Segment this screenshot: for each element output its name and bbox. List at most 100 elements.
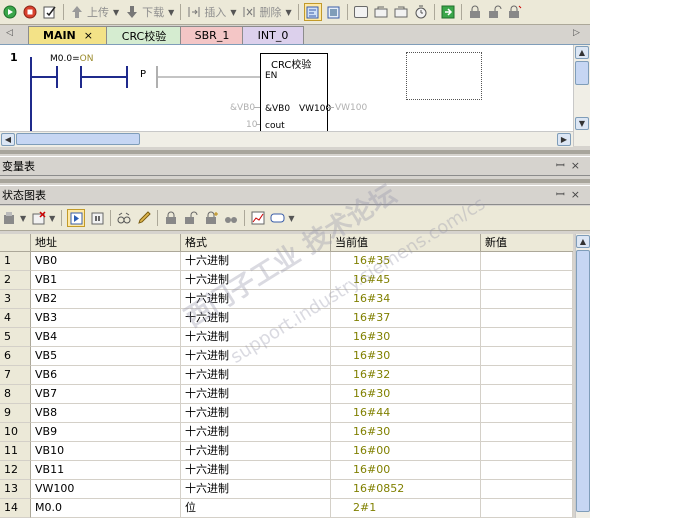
format-cell[interactable]: 十六进制 [181, 290, 331, 309]
format-cell[interactable]: 十六进制 [181, 385, 331, 404]
current-value-cell[interactable]: 16#44 [331, 404, 481, 423]
unforce-all-icon[interactable] [203, 210, 219, 226]
table-vertical-scrollbar[interactable]: ▲ [575, 234, 591, 518]
run-icon[interactable] [2, 4, 18, 20]
insert-icon[interactable] [186, 4, 202, 20]
read-forced-icon[interactable] [223, 210, 239, 226]
options-icon[interactable] [270, 210, 286, 226]
address-cell[interactable]: VB0 [31, 252, 181, 271]
tab-scroll-left-icon[interactable]: ◁ [6, 28, 13, 38]
download-dropdown-icon[interactable]: ▼ [168, 8, 174, 17]
current-value-cell[interactable]: 16#30 [331, 328, 481, 347]
download-icon[interactable] [124, 4, 140, 20]
go-to-icon[interactable] [440, 4, 456, 20]
format-cell[interactable]: 十六进制 [181, 461, 331, 480]
status-chart-header[interactable]: 状态图表 ꟷ× [0, 185, 590, 205]
format-cell[interactable]: 十六进制 [181, 480, 331, 499]
ladder-editor[interactable]: 1 M0.0=ON P CRC校验 EN &VB0 VW100 cout &VB… [0, 45, 573, 131]
lock-icon[interactable] [467, 4, 483, 20]
write-icon[interactable] [136, 210, 152, 226]
new-value-cell[interactable] [481, 366, 573, 385]
current-value-cell[interactable]: 16#34 [331, 290, 481, 309]
download-button[interactable]: 下载 [142, 4, 164, 20]
format-cell[interactable]: 十六进制 [181, 404, 331, 423]
upload-dropdown-icon[interactable]: ▼ [113, 8, 119, 17]
new-value-cell[interactable] [481, 252, 573, 271]
current-value-cell[interactable]: 16#30 [331, 347, 481, 366]
scroll-thumb[interactable] [576, 250, 590, 512]
address-cell[interactable]: VB4 [31, 328, 181, 347]
force-icon[interactable] [507, 4, 523, 20]
tab-int-0[interactable]: INT_0 [242, 26, 304, 44]
insert-button[interactable]: 插入 [204, 4, 226, 20]
table-row[interactable]: 7 VB6 十六进制 16#32 [0, 366, 573, 385]
compile-icon[interactable] [42, 4, 58, 20]
tab-main[interactable]: MAIN × [28, 26, 108, 44]
address-cell[interactable]: VB6 [31, 366, 181, 385]
current-value-cell[interactable]: 2#1 [331, 499, 481, 518]
column-header-address[interactable]: 地址 [31, 234, 181, 252]
new-value-cell[interactable] [481, 290, 573, 309]
var-table-header[interactable]: 变量表 ꟷ× [0, 156, 590, 176]
address-cell[interactable]: VW100 [31, 480, 181, 499]
table-row[interactable]: 5 VB4 十六进制 16#30 [0, 328, 573, 347]
address-cell[interactable]: VB1 [31, 271, 181, 290]
tab-crc[interactable]: CRC校验 [106, 26, 182, 44]
delete-dropdown-icon[interactable]: ▼ [285, 8, 291, 17]
delete-row-dropdown-icon[interactable]: ▼ [49, 214, 55, 223]
table-row[interactable]: 11 VB10 十六进制 16#00 [0, 442, 573, 461]
address-cell[interactable]: M0.0 [31, 499, 181, 518]
address-cell[interactable]: VB2 [31, 290, 181, 309]
pause-icon[interactable] [89, 210, 105, 226]
pane-splitter[interactable] [0, 179, 590, 183]
chart-status-icon[interactable] [326, 4, 342, 20]
scroll-up-icon[interactable]: ▲ [575, 46, 589, 59]
network-down-icon[interactable] [393, 4, 409, 20]
new-value-cell[interactable] [481, 347, 573, 366]
address-cell[interactable]: VB11 [31, 461, 181, 480]
new-value-cell[interactable] [481, 385, 573, 404]
network-up-icon[interactable] [373, 4, 389, 20]
tab-sbr-1[interactable]: SBR_1 [180, 26, 244, 44]
column-header-format[interactable]: 格式 [181, 234, 331, 252]
format-cell[interactable]: 十六进制 [181, 366, 331, 385]
new-value-cell[interactable] [481, 404, 573, 423]
format-cell[interactable]: 十六进制 [181, 423, 331, 442]
current-value-cell[interactable]: 16#35 [331, 252, 481, 271]
new-value-cell[interactable] [481, 461, 573, 480]
scroll-left-icon[interactable]: ◀ [1, 133, 15, 146]
new-value-cell[interactable] [481, 480, 573, 499]
table-row[interactable]: 6 VB5 十六进制 16#30 [0, 347, 573, 366]
format-cell[interactable]: 十六进制 [181, 347, 331, 366]
table-row[interactable]: 1 VB0 十六进制 16#35 [0, 252, 573, 271]
address-cell[interactable]: VB5 [31, 347, 181, 366]
table-row[interactable]: 8 VB7 十六进制 16#30 [0, 385, 573, 404]
timer-icon[interactable] [413, 4, 429, 20]
address-cell[interactable]: VB7 [31, 385, 181, 404]
options-dropdown-icon[interactable]: ▼ [288, 214, 294, 223]
column-header-current[interactable]: 当前值 [331, 234, 481, 252]
address-cell[interactable]: VB9 [31, 423, 181, 442]
insert-dropdown-icon[interactable]: ▼ [230, 8, 236, 17]
format-cell[interactable]: 十六进制 [181, 328, 331, 347]
current-value-cell[interactable]: 16#32 [331, 366, 481, 385]
current-value-cell[interactable]: 16#37 [331, 309, 481, 328]
delete-row-icon[interactable] [31, 210, 47, 226]
current-value-cell[interactable]: 16#30 [331, 423, 481, 442]
close-icon[interactable]: × [571, 188, 586, 201]
close-icon[interactable]: × [84, 29, 93, 42]
new-value-cell[interactable] [481, 442, 573, 461]
unforce-icon[interactable] [183, 210, 199, 226]
force-icon[interactable] [163, 210, 179, 226]
table-row[interactable]: 2 VB1 十六进制 16#45 [0, 271, 573, 290]
pane-splitter[interactable] [0, 150, 590, 154]
current-value-cell[interactable]: 16#0852 [331, 480, 481, 499]
tab-scroll-right-icon[interactable]: ▷ [573, 28, 580, 38]
scroll-thumb[interactable] [16, 133, 140, 145]
add-row-dropdown-icon[interactable]: ▼ [20, 214, 26, 223]
ladder-horizontal-scrollbar[interactable]: ◀ ▶ [0, 131, 573, 147]
table-row[interactable]: 4 VB3 十六进制 16#37 [0, 309, 573, 328]
delete-button[interactable]: 删除 [259, 4, 281, 20]
address-cell[interactable]: VB8 [31, 404, 181, 423]
new-value-cell[interactable] [481, 271, 573, 290]
